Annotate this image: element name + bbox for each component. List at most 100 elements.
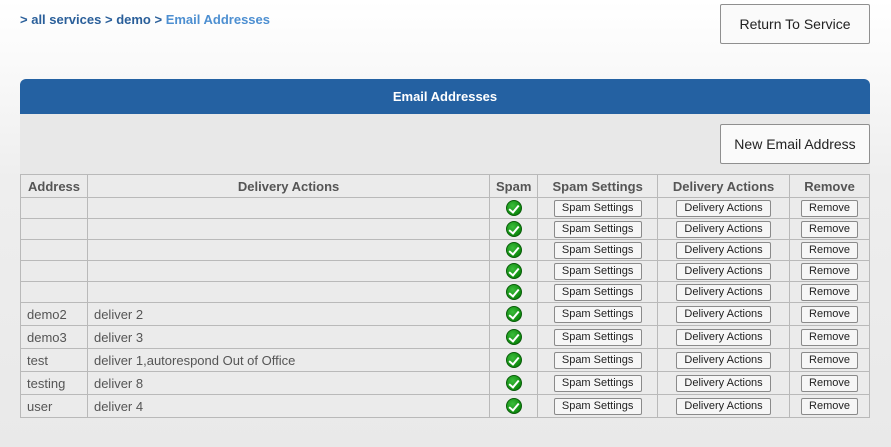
green-check-icon: [505, 263, 522, 280]
cell-delivery-actions: [86, 260, 491, 282]
remove-button[interactable]: Remove: [801, 262, 858, 280]
remove-button[interactable]: Remove: [801, 305, 858, 323]
cell-spam: [489, 325, 539, 349]
cell-remove: Remove: [789, 325, 870, 349]
column-header-delivery-actions-button: Delivery Actions: [657, 174, 791, 198]
table-header-row: Address Delivery Actions Spam Spam Setti…: [20, 174, 870, 198]
table-row: Spam Settings Delivery Actions Remove: [20, 197, 870, 219]
delivery-actions-button[interactable]: Delivery Actions: [676, 199, 772, 217]
delivery-actions-button[interactable]: Delivery Actions: [676, 351, 772, 369]
delivery-actions-button[interactable]: Delivery Actions: [676, 328, 772, 346]
cell-delivery-actions-button: Delivery Actions: [657, 302, 791, 326]
cell-remove: Remove: [789, 281, 870, 303]
column-header-spam: Spam: [489, 174, 539, 198]
green-check-icon: [505, 242, 522, 259]
cell-remove: Remove: [789, 260, 870, 282]
cell-address: demo2: [20, 302, 88, 326]
remove-button[interactable]: Remove: [801, 283, 858, 301]
cell-spam-settings: Spam Settings: [537, 371, 659, 395]
cell-address: user: [20, 394, 88, 418]
table-row: demo2 deliver 2 Spam Settings Delivery Acti…: [20, 302, 870, 326]
cell-delivery-actions: deliver 4: [86, 394, 491, 418]
cell-delivery-actions: [86, 218, 491, 240]
remove-button[interactable]: Remove: [801, 397, 858, 415]
remove-button[interactable]: Remove: [801, 220, 858, 238]
spam-settings-button[interactable]: Spam Settings: [553, 199, 642, 217]
cell-delivery-actions-button: Delivery Actions: [657, 281, 791, 303]
new-email-address-button[interactable]: New Email Address: [720, 124, 870, 164]
cell-delivery-actions: deliver 3: [86, 325, 491, 349]
cell-address: testing: [20, 371, 88, 395]
cell-address: test: [20, 348, 88, 372]
delivery-actions-button[interactable]: Delivery Actions: [676, 397, 772, 415]
delivery-actions-button[interactable]: Delivery Actions: [676, 220, 772, 238]
delivery-actions-button[interactable]: Delivery Actions: [676, 283, 772, 301]
green-check-icon: [505, 221, 522, 238]
cell-delivery-actions-button: Delivery Actions: [657, 260, 791, 282]
column-header-remove: Remove: [789, 174, 870, 198]
panel-title: Email Addresses: [392, 89, 498, 104]
table-row: Spam Settings Delivery Actions Remove: [20, 281, 870, 303]
spam-settings-button[interactable]: Spam Settings: [553, 328, 642, 346]
cell-delivery-actions: deliver 8: [86, 371, 491, 395]
table-row: test deliver 1,autorespond Out of Office S…: [20, 348, 870, 372]
column-header-delivery-actions: Delivery Actions: [86, 174, 491, 198]
cell-spam-settings: Spam Settings: [537, 260, 659, 282]
cell-remove: Remove: [789, 394, 870, 418]
green-check-icon: [505, 200, 522, 217]
cell-remove: Remove: [789, 218, 870, 240]
remove-button[interactable]: Remove: [801, 328, 858, 346]
cell-address: [20, 197, 88, 219]
cell-spam: [489, 218, 539, 240]
spam-settings-button[interactable]: Spam Settings: [553, 374, 642, 392]
delivery-actions-button[interactable]: Delivery Actions: [676, 305, 772, 323]
spam-settings-button[interactable]: Spam Settings: [553, 241, 642, 259]
table-row: Spam Settings Delivery Actions Remove: [20, 239, 870, 261]
cell-spam: [489, 197, 539, 219]
breadcrumb-separator: >: [104, 12, 113, 27]
cell-spam-settings: Spam Settings: [537, 302, 659, 326]
return-to-service-button[interactable]: Return To Service: [720, 4, 870, 44]
green-check-icon: [505, 284, 522, 301]
delivery-actions-button[interactable]: Delivery Actions: [676, 241, 772, 259]
table-row: demo3 deliver 3 Spam Settings Delivery Acti…: [20, 325, 870, 349]
cell-delivery-actions: deliver 2: [86, 302, 491, 326]
cell-spam: [489, 260, 539, 282]
remove-button[interactable]: Remove: [801, 351, 858, 369]
breadcrumb-current: Email Addresses: [165, 12, 270, 27]
spam-settings-button[interactable]: Spam Settings: [553, 397, 642, 415]
remove-button[interactable]: Remove: [801, 374, 858, 392]
breadcrumb-demo[interactable]: demo: [116, 12, 151, 27]
cell-spam-settings: Spam Settings: [537, 281, 659, 303]
delivery-actions-button[interactable]: Delivery Actions: [676, 262, 772, 280]
green-check-icon: [505, 306, 522, 323]
green-check-icon: [505, 352, 522, 369]
cell-spam-settings: Spam Settings: [537, 325, 659, 349]
cell-spam-settings: Spam Settings: [537, 197, 659, 219]
table-row: testing deliver 8 Spam Settings Delivery Ac…: [20, 371, 870, 395]
spam-settings-button[interactable]: Spam Settings: [553, 283, 642, 301]
cell-remove: Remove: [789, 197, 870, 219]
cell-remove: Remove: [789, 348, 870, 372]
table-row: Spam Settings Delivery Actions Remove: [20, 260, 870, 282]
spam-settings-button[interactable]: Spam Settings: [553, 351, 642, 369]
breadcrumb-all-services[interactable]: all services: [31, 12, 101, 27]
remove-button[interactable]: Remove: [801, 241, 858, 259]
spam-settings-button[interactable]: Spam Settings: [553, 262, 642, 280]
cell-remove: Remove: [789, 239, 870, 261]
spam-settings-button[interactable]: Spam Settings: [553, 220, 642, 238]
breadcrumb: > all services > demo > Email Addresses: [20, 12, 270, 27]
delivery-actions-button[interactable]: Delivery Actions: [676, 374, 772, 392]
cell-delivery-actions-button: Delivery Actions: [657, 239, 791, 261]
cell-delivery-actions-button: Delivery Actions: [657, 394, 791, 418]
spam-settings-button[interactable]: Spam Settings: [553, 305, 642, 323]
cell-delivery-actions: [86, 197, 491, 219]
table-row: Spam Settings Delivery Actions Remove: [20, 218, 870, 240]
cell-spam-settings: Spam Settings: [537, 394, 659, 418]
cell-spam: [489, 281, 539, 303]
cell-spam: [489, 348, 539, 372]
panel-header: Email Addresses: [20, 79, 870, 114]
green-check-icon: [505, 398, 522, 415]
cell-spam-settings: Spam Settings: [537, 218, 659, 240]
remove-button[interactable]: Remove: [801, 199, 858, 217]
